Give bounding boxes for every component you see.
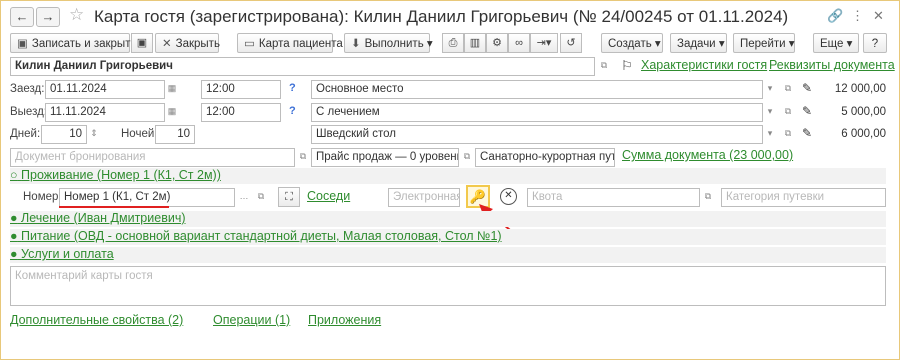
meals-section-header[interactable]: ● Питание (ОВД - основной вариант станда…: [10, 229, 886, 245]
history-icon[interactable]: ↺: [560, 33, 582, 53]
back-arrow-icon[interactable]: ←: [10, 7, 34, 27]
patient-card-button[interactable]: ▭ Карта пациента: [237, 33, 343, 53]
service-3-edit-icon[interactable]: ✎: [802, 126, 812, 140]
guest-card-window: ← → ☆ Карта гостя (зарегистрирована): Ки…: [0, 0, 900, 360]
service-3-field[interactable]: Шведский стол: [311, 125, 763, 144]
expand-dot-icon: ●: [10, 247, 18, 261]
menu-dots-icon[interactable]: ⋮: [851, 8, 864, 24]
attachments-link[interactable]: Приложения: [308, 313, 381, 327]
departure-date-field[interactable]: 11.11.2024: [45, 103, 165, 122]
service-3-dropdown-icon[interactable]: ▾: [763, 125, 777, 142]
service-2-field[interactable]: С лечением: [311, 103, 763, 122]
departure-calendar-icon[interactable]: ▦: [165, 103, 179, 120]
download-arrow-icon: ⬇: [351, 38, 361, 50]
quota-field[interactable]: Квота: [527, 188, 700, 207]
meals-section-title[interactable]: ● Питание (ОВД - основной вариант станда…: [10, 229, 502, 243]
send-icon[interactable]: ⇥▾: [530, 33, 558, 53]
treatment-section-header[interactable]: ● Лечение (Иван Дмитриевич): [10, 211, 886, 227]
days-stepper-icon[interactable]: ⇕: [87, 125, 101, 142]
favorite-star-icon[interactable]: ☆: [69, 5, 84, 25]
days-field[interactable]: 10: [41, 125, 87, 144]
collapse-circle-icon: ○: [10, 168, 18, 182]
departure-label: Выезд:: [10, 106, 48, 118]
flag-icon[interactable]: ⚐: [621, 58, 633, 74]
price-list-field[interactable]: Прайс продаж — 0 уровень (Р: [311, 148, 459, 167]
tasks-button[interactable]: Задачи ▾: [670, 33, 727, 53]
room-open-icon[interactable]: ⧉: [254, 188, 268, 205]
service-2-amount: 5 000,00: [841, 106, 886, 118]
more-button[interactable]: Еще ▾: [813, 33, 859, 53]
booking-open-icon[interactable]: ⧉: [296, 148, 310, 165]
room-field[interactable]: Номер 1 (К1, Ст 2м): [59, 188, 235, 207]
goto-button[interactable]: Перейти ▾: [733, 33, 795, 53]
accommodation-section-header[interactable]: ○ Проживание (Номер 1 (К1, Ст 2м)): [10, 168, 886, 184]
document-sum-link[interactable]: Сумма документа (23 000,00): [622, 148, 793, 162]
services-section-header[interactable]: ● Услуги и оплата: [10, 247, 886, 263]
title-bar: ← → ☆ Карта гостя (зарегистрирована): Ки…: [1, 1, 899, 31]
room-label: Номер:: [23, 191, 62, 203]
link-icon[interactable]: 🔗: [827, 8, 843, 24]
binoculars-icon[interactable]: ⛶: [278, 187, 300, 207]
operations-link[interactable]: Операции (1): [213, 313, 290, 327]
service-2-open-icon[interactable]: ⧉: [781, 103, 795, 120]
arrival-date-field[interactable]: 01.11.2024: [45, 80, 165, 99]
arrival-label: Заезд:: [10, 83, 45, 95]
service-1-edit-icon[interactable]: ✎: [802, 81, 812, 95]
service-1-field[interactable]: Основное место: [311, 80, 763, 99]
guest-characteristics-link[interactable]: Характеристики гостя: [641, 58, 767, 72]
create-button[interactable]: Создать ▾: [601, 33, 663, 53]
report-chart-icon[interactable]: ▥: [464, 33, 486, 53]
electronic-key-field[interactable]: Электронная...: [388, 188, 460, 207]
treatment-section-title[interactable]: ● Лечение (Иван Дмитриевич): [10, 211, 186, 225]
room-select-icon[interactable]: …: [237, 188, 251, 205]
close-window-icon[interactable]: ✕: [873, 8, 884, 24]
price-list-open-icon[interactable]: ⧉: [460, 148, 474, 165]
voucher-type-field[interactable]: Санаторно-курортная путевка: [475, 148, 615, 167]
card-icon: ▭: [244, 38, 255, 50]
link-chain-icon[interactable]: ∞: [508, 33, 530, 53]
voucher-category-field[interactable]: Категория путевки: [721, 188, 886, 207]
extra-properties-link[interactable]: Дополнительные свойства (2): [10, 313, 183, 327]
days-label: Дней:: [10, 128, 41, 140]
quota-open-icon[interactable]: ⧉: [701, 188, 715, 205]
arrival-help-icon[interactable]: ?: [289, 82, 296, 94]
service-3-amount: 6 000,00: [841, 128, 886, 140]
forward-arrow-icon[interactable]: →: [36, 7, 60, 27]
arrival-calendar-icon[interactable]: ▦: [165, 80, 179, 97]
departure-time-field[interactable]: 12:00: [201, 103, 281, 122]
accommodation-section-title[interactable]: ○ Проживание (Номер 1 (К1, Ст 2м)): [10, 168, 221, 182]
services-section-title[interactable]: ● Услуги и оплата: [10, 247, 114, 261]
neighbors-link[interactable]: Соседи: [307, 189, 350, 203]
window-title: Карта гостя (зарегистрирована): Килин Да…: [94, 7, 789, 26]
expand-dot-icon: ●: [10, 211, 18, 225]
service-2-edit-icon[interactable]: ✎: [802, 104, 812, 118]
service-1-dropdown-icon[interactable]: ▾: [763, 80, 777, 97]
document-requisites-link[interactable]: Реквизиты документа: [769, 58, 895, 72]
print-icon[interactable]: ⎙: [442, 33, 464, 53]
service-1-open-icon[interactable]: ⧉: [781, 80, 795, 97]
open-guest-icon[interactable]: ⧉: [597, 57, 611, 74]
guest-name-field[interactable]: Килин Даниил Григорьевич: [10, 57, 595, 76]
booking-document-field[interactable]: Документ бронирования: [10, 148, 295, 167]
service-2-dropdown-icon[interactable]: ▾: [763, 103, 777, 120]
departure-help-icon[interactable]: ?: [289, 105, 296, 117]
save-close-button[interactable]: ▣ Записать и закрыть: [10, 33, 136, 53]
comment-textarea[interactable]: Комментарий карты гостя: [10, 266, 886, 306]
nights-field[interactable]: 10: [155, 125, 195, 144]
expand-dot-icon: ●: [10, 229, 18, 243]
service-3-open-icon[interactable]: ⧉: [781, 125, 795, 142]
help-button[interactable]: ?: [863, 33, 887, 53]
execute-button[interactable]: ⬇ Выполнить ▾: [344, 33, 433, 53]
nights-label: Ночей:: [121, 128, 158, 140]
structure-icon[interactable]: ⚙: [486, 33, 508, 53]
save-icon-button[interactable]: ▣: [131, 33, 153, 53]
service-1-amount: 12 000,00: [834, 83, 886, 95]
arrival-time-field[interactable]: 12:00: [201, 80, 281, 99]
close-icon: ✕: [162, 38, 172, 50]
room-red-underline: [59, 206, 169, 208]
close-button[interactable]: ✕ Закрыть: [155, 33, 220, 53]
save-icon: ▣: [17, 38, 28, 50]
